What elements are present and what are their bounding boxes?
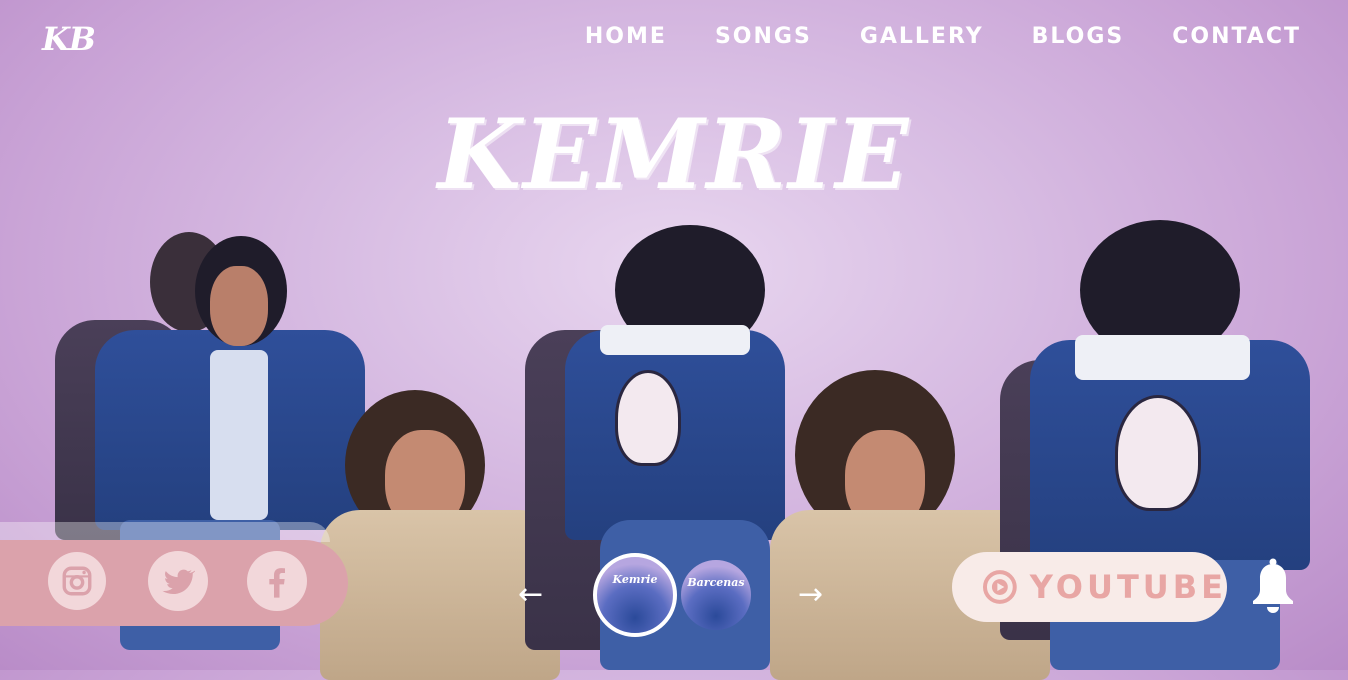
nav-home[interactable]: HOME (585, 24, 667, 49)
nav-songs[interactable]: SONGS (715, 24, 812, 49)
nav-gallery[interactable]: GALLERY (860, 24, 984, 49)
bell-icon[interactable] (1250, 558, 1296, 616)
main-nav: HOME SONGS GALLERY BLOGS CONTACT (585, 24, 1301, 49)
youtube-label: YOUTUBE (1029, 568, 1227, 606)
instagram-icon (62, 566, 92, 596)
social-panel-highlight (0, 522, 330, 542)
youtube-button[interactable]: YOUTUBE (952, 552, 1227, 622)
nav-blogs[interactable]: BLOGS (1032, 24, 1125, 49)
twitter-button[interactable] (148, 551, 208, 611)
slide-label: Kemrie (612, 573, 658, 586)
carousel-prev-arrow[interactable]: ← (518, 580, 543, 610)
twitter-icon (162, 569, 195, 595)
slide-label: Barcenas (687, 576, 745, 589)
carousel-slide-barcenas[interactable]: Barcenas (681, 560, 751, 630)
site-logo[interactable]: KB (42, 20, 96, 58)
carousel-next-arrow[interactable]: → (798, 580, 823, 610)
social-panel (0, 540, 348, 626)
facebook-button[interactable] (247, 551, 307, 611)
youtube-play-icon (982, 570, 1017, 604)
nav-contact[interactable]: CONTACT (1172, 24, 1301, 49)
facebook-icon (269, 568, 285, 598)
instagram-button[interactable] (48, 552, 106, 610)
carousel-slide-kemrie[interactable]: Kemrie (593, 553, 677, 637)
hero-title: KEMRIE (437, 98, 911, 211)
